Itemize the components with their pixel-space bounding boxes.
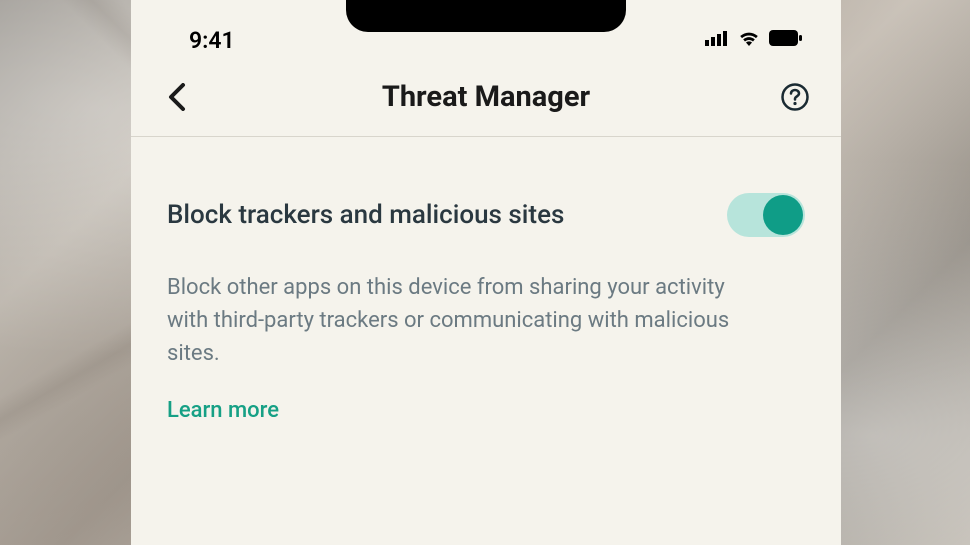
status-icons [705,29,803,51]
setting-title: Block trackers and malicious sites [167,200,564,230]
wifi-icon [737,29,761,51]
setting-row: Block trackers and malicious sites [167,193,805,237]
status-time: 9:41 [189,27,235,54]
page-title: Threat Manager [382,80,590,114]
help-icon [780,82,810,112]
nav-bar: Threat Manager [131,62,841,137]
content-area: Block trackers and malicious sites Block… [131,137,841,423]
block-trackers-toggle[interactable] [727,193,805,237]
chevron-left-icon [168,83,186,111]
back-button[interactable] [161,81,193,113]
learn-more-link[interactable]: Learn more [167,398,805,423]
toggle-knob [763,195,803,235]
device-notch [346,0,626,32]
phone-frame: 9:41 [131,0,841,545]
cellular-icon [705,30,729,50]
help-button[interactable] [779,81,811,113]
setting-description: Block other apps on this device from sha… [167,271,747,370]
battery-icon [769,30,803,50]
